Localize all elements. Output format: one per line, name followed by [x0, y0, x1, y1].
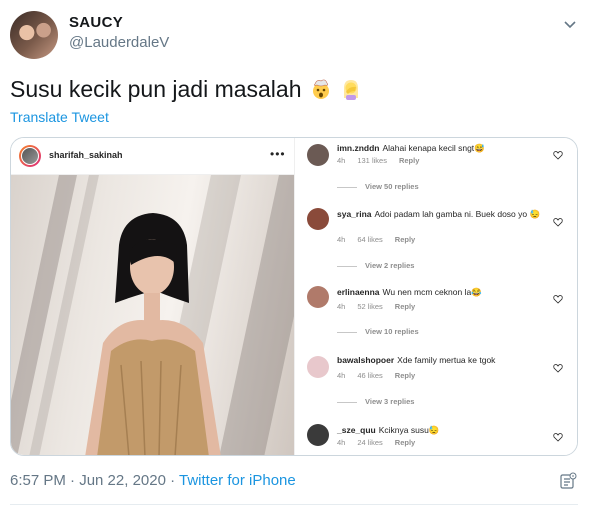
heart-icon[interactable]: [553, 294, 563, 304]
view-replies[interactable]: View 3 replies: [337, 397, 414, 406]
comment-text: imn.znddn Alahai kenapa kecil sngt😅: [337, 143, 485, 153]
tweet-body: Susu kecik pun jadi masalah: [10, 76, 302, 102]
tweet-text: Susu kecik pun jadi masalah: [10, 74, 362, 104]
comment-meta: 4h 64 likes Reply: [337, 235, 416, 244]
commenter-avatar: [307, 286, 329, 308]
info-icon[interactable]: [559, 472, 577, 490]
heart-icon[interactable]: [553, 432, 563, 442]
tweet-media-image[interactable]: sharifah_sakinah ••• imn.znddn Alahai ke…: [10, 137, 578, 456]
woman-figure: [85, 213, 221, 455]
author-handle[interactable]: @LauderdaleV: [69, 34, 169, 51]
comment-meta: 4h 46 likes Reply: [337, 371, 416, 380]
tweet: SAUCY @LauderdaleV Susu kecik pun jadi m…: [0, 0, 593, 507]
woman-facepalming-emoji: [344, 80, 359, 100]
tweet-time[interactable]: 6:57 PM · Jun 22, 2020 ·: [10, 472, 179, 489]
divider: [10, 504, 578, 505]
view-replies[interactable]: View 50 replies: [337, 182, 419, 191]
instagram-post: sharifah_sakinah •••: [11, 138, 294, 455]
commenter-avatar: [307, 208, 329, 230]
more-options-icon: •••: [270, 147, 286, 161]
commenter-avatar: [307, 144, 329, 166]
translate-tweet-link[interactable]: Translate Tweet: [10, 109, 109, 125]
tweet-source-link[interactable]: Twitter for iPhone: [179, 472, 296, 489]
post-header: sharifah_sakinah •••: [11, 138, 294, 175]
comments-panel: imn.znddn Alahai kenapa kecil sngt😅 4h 131…: [294, 138, 577, 455]
author-name[interactable]: SAUCY: [69, 14, 123, 31]
comment-meta: 4h 24 likes Reply: [337, 438, 416, 447]
comment-text: bawalshopoer Xde family mertua ke tgok: [337, 355, 496, 365]
heart-icon[interactable]: [553, 150, 563, 160]
post-user-avatar: [19, 145, 41, 167]
post-username: sharifah_sakinah: [49, 150, 123, 160]
post-photo: [11, 175, 294, 455]
comment-meta: 4h 131 likes Reply: [337, 156, 420, 165]
view-replies[interactable]: View 10 replies: [337, 327, 419, 336]
view-replies[interactable]: View 2 replies: [337, 261, 414, 270]
exploding-head-emoji: [312, 79, 329, 99]
comment-text: sya_rina Adoi padam lah gamba ni. Buek do…: [337, 209, 541, 219]
tweet-timestamp[interactable]: 6:57 PM · Jun 22, 2020 · Twitter for iPh…: [10, 472, 296, 489]
commenter-avatar: [307, 356, 329, 378]
comment-text: erlinaenna Wu nen mcm ceknon la😂: [337, 287, 482, 297]
comment-text: _sze_quu Kciknya susu😓: [337, 425, 440, 435]
heart-icon[interactable]: [553, 217, 563, 227]
chevron-down-icon[interactable]: [562, 16, 578, 32]
comment-meta: 4h 52 likes Reply: [337, 302, 416, 311]
commenter-avatar: [307, 424, 329, 446]
heart-icon[interactable]: [553, 363, 563, 373]
author-avatar[interactable]: [10, 11, 58, 59]
